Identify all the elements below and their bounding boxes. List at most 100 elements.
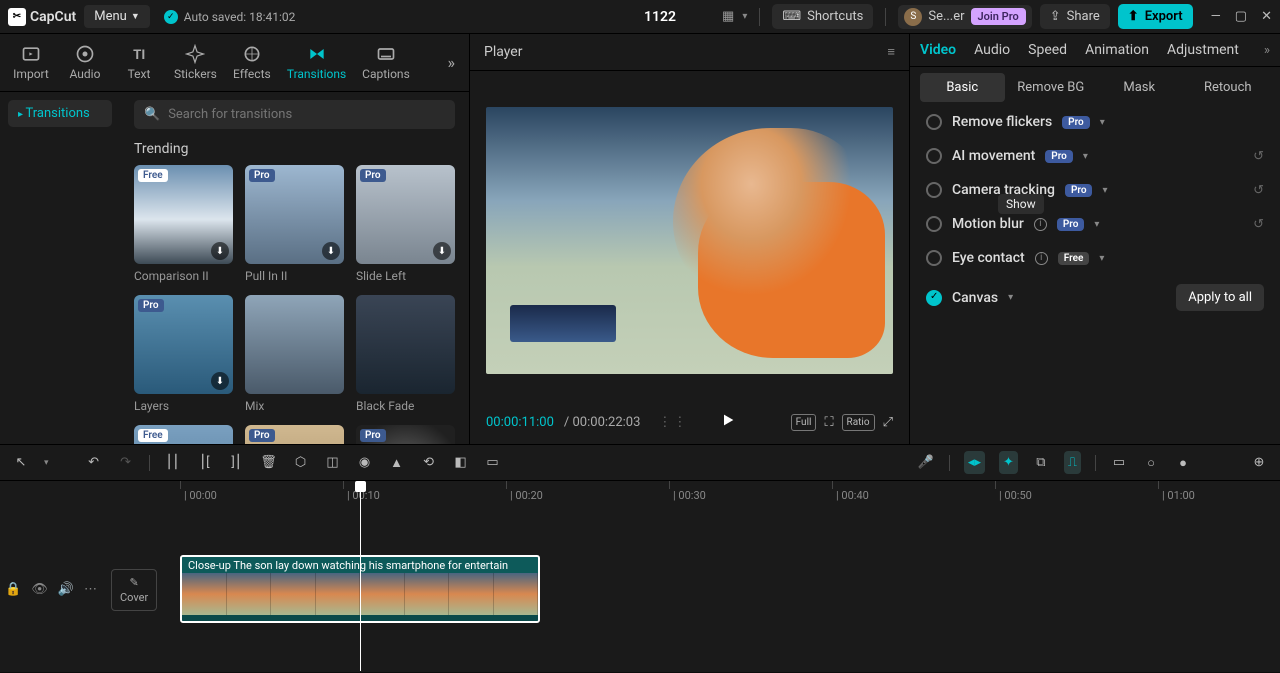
panel-expand-icon[interactable]: » — [1264, 43, 1270, 58]
info-icon[interactable]: i — [1034, 218, 1047, 231]
subtab-remove-bg[interactable]: Remove BG — [1009, 73, 1094, 102]
track-content[interactable]: Close-up The son lay down watching his s… — [140, 507, 1280, 672]
subtab-mask[interactable]: Mask — [1097, 73, 1182, 102]
download-icon[interactable]: ⬇ — [211, 372, 229, 390]
menu-button[interactable]: Menu▼ — [84, 5, 150, 28]
shield-tool[interactable]: ⬡ — [292, 454, 310, 472]
tab-import[interactable]: Import — [4, 40, 58, 85]
tab-speed[interactable]: Speed — [1028, 42, 1067, 58]
user-account-button[interactable]: S Se...er Join Pro — [898, 5, 1031, 29]
transition-item[interactable]: Pro⬇Slide Left — [356, 165, 455, 283]
sidebar-item-transitions[interactable]: Transitions — [8, 100, 112, 127]
timeline-ruler[interactable]: | 00:00| 00:10| 00:20| 00:30| 00:40| 00:… — [0, 481, 1280, 507]
minimize-button[interactable]: — — [1211, 9, 1221, 24]
layout-dropdown[interactable]: ▾ — [742, 11, 747, 22]
share-button[interactable]: ⇪ Share — [1040, 4, 1110, 29]
transition-item[interactable]: Pro⬇Layers — [134, 295, 233, 413]
snap-tool-1[interactable]: ◂▸ — [964, 451, 985, 474]
split-tool[interactable]: ⎮⎮ — [164, 454, 182, 472]
snap-tool-2[interactable]: ✦ — [999, 451, 1018, 474]
transition-item[interactable]: Free — [134, 425, 233, 444]
redo-button[interactable]: ↷ — [117, 454, 135, 472]
crop-icon[interactable]: ⛶ — [824, 415, 833, 430]
chevron-down-icon[interactable]: ▾ — [1102, 185, 1107, 196]
zoom-slider[interactable]: ● — [1174, 454, 1192, 472]
play-button[interactable] — [720, 412, 736, 432]
zoom-out[interactable]: ○ — [1142, 454, 1160, 472]
tab-animation[interactable]: Animation — [1085, 42, 1149, 58]
transition-item[interactable]: Free⬇Comparison II — [134, 165, 233, 283]
chevron-down-icon[interactable]: ▾ — [1099, 253, 1104, 264]
caption-tool[interactable]: ▭ — [484, 454, 502, 472]
transition-item[interactable]: Pro — [245, 425, 344, 444]
tab-transitions[interactable]: Transitions — [279, 40, 354, 85]
mic-tool[interactable]: 🎤 — [917, 454, 935, 472]
transition-item[interactable]: Mix — [245, 295, 344, 413]
tab-text[interactable]: TIText — [112, 40, 166, 85]
search-input[interactable] — [168, 107, 445, 122]
link-tool[interactable]: ⧉ — [1032, 454, 1050, 472]
option-checkbox[interactable] — [926, 216, 942, 232]
chevron-down-icon[interactable]: ▾ — [1094, 219, 1099, 230]
preview-tool[interactable]: ▭ — [1110, 454, 1128, 472]
playback-tool[interactable]: ◉ — [356, 454, 374, 472]
tab-audio[interactable]: Audio — [58, 40, 112, 85]
track-lock-icon[interactable]: 🔒 — [5, 582, 21, 597]
transition-item[interactable]: Black Fade — [356, 295, 455, 413]
rotate-tool[interactable]: ⟲ — [420, 454, 438, 472]
tab-audio-prop[interactable]: Audio — [974, 42, 1010, 58]
tab-adjustment[interactable]: Adjustment — [1167, 42, 1239, 58]
tab-effects[interactable]: Effects — [225, 40, 279, 85]
delete-tool[interactable]: 🗑 — [260, 454, 278, 472]
close-button[interactable]: ✕ — [1261, 9, 1272, 24]
maximize-button[interactable]: ▢ — [1235, 9, 1247, 24]
player-menu-icon[interactable]: ≡ — [887, 44, 895, 60]
chevron-down-icon[interactable]: ▾ — [1100, 117, 1105, 128]
search-box[interactable]: 🔍 — [134, 100, 455, 129]
frames-tool[interactable]: ◫ — [324, 454, 342, 472]
chevron-down-icon[interactable]: ▾ — [1008, 292, 1013, 303]
download-icon[interactable]: ⬇ — [433, 242, 451, 260]
pointer-tool[interactable]: ↖ — [12, 454, 30, 472]
subtab-retouch[interactable]: Retouch — [1186, 73, 1271, 102]
reset-icon[interactable]: ↺ — [1253, 183, 1264, 198]
full-button[interactable]: Full — [791, 414, 817, 431]
track-more-icon[interactable]: ⋯ — [84, 582, 97, 597]
preview-area[interactable] — [470, 71, 909, 402]
zoom-fit[interactable]: ⊕ — [1250, 454, 1268, 472]
ratio-button[interactable]: Ratio — [842, 414, 875, 431]
option-checkbox[interactable] — [926, 290, 942, 306]
tab-captions[interactable]: Captions — [354, 40, 418, 85]
option-checkbox[interactable] — [926, 148, 942, 164]
track-visible-icon[interactable]: 👁 — [31, 582, 48, 597]
playhead[interactable] — [360, 481, 361, 671]
track-mute-icon[interactable]: 🔊 — [58, 582, 74, 597]
apply-all-button[interactable]: Apply to all — [1176, 284, 1264, 311]
option-checkbox[interactable] — [926, 182, 942, 198]
reset-icon[interactable]: ↺ — [1253, 217, 1264, 232]
download-icon[interactable]: ⬇ — [322, 242, 340, 260]
download-icon[interactable]: ⬇ — [211, 242, 229, 260]
split-right-tool[interactable]: ]⎮ — [228, 454, 246, 472]
option-checkbox[interactable] — [926, 250, 942, 266]
chevron-down-icon[interactable]: ▾ — [1083, 151, 1088, 162]
tab-video[interactable]: Video — [920, 42, 956, 58]
pointer-dropdown[interactable]: ▾ — [44, 458, 49, 468]
magnet-tool[interactable]: ⎍ — [1064, 451, 1081, 474]
reset-icon[interactable]: ↺ — [1253, 149, 1264, 164]
layout-icon[interactable]: ▦ — [722, 9, 734, 24]
tab-stickers[interactable]: Stickers — [166, 40, 225, 85]
mirror-tool[interactable]: ▲ — [388, 454, 406, 472]
transition-item[interactable]: Pro⬇Pull In II — [245, 165, 344, 283]
info-icon[interactable]: i — [1035, 252, 1048, 265]
option-checkbox[interactable] — [926, 114, 942, 130]
undo-button[interactable]: ↶ — [85, 454, 103, 472]
crop-tool[interactable]: ◧ — [452, 454, 470, 472]
expand-tabs-button[interactable]: » — [438, 47, 466, 78]
split-left-tool[interactable]: ⎮[ — [196, 454, 214, 472]
transition-item[interactable]: Pro — [356, 425, 455, 444]
export-button[interactable]: ⬆ Export — [1118, 4, 1193, 29]
subtab-basic[interactable]: Basic — [920, 73, 1005, 102]
fullscreen-icon[interactable]: ⤢ — [883, 415, 893, 430]
shortcuts-button[interactable]: ⌨ Shortcuts — [772, 4, 873, 29]
